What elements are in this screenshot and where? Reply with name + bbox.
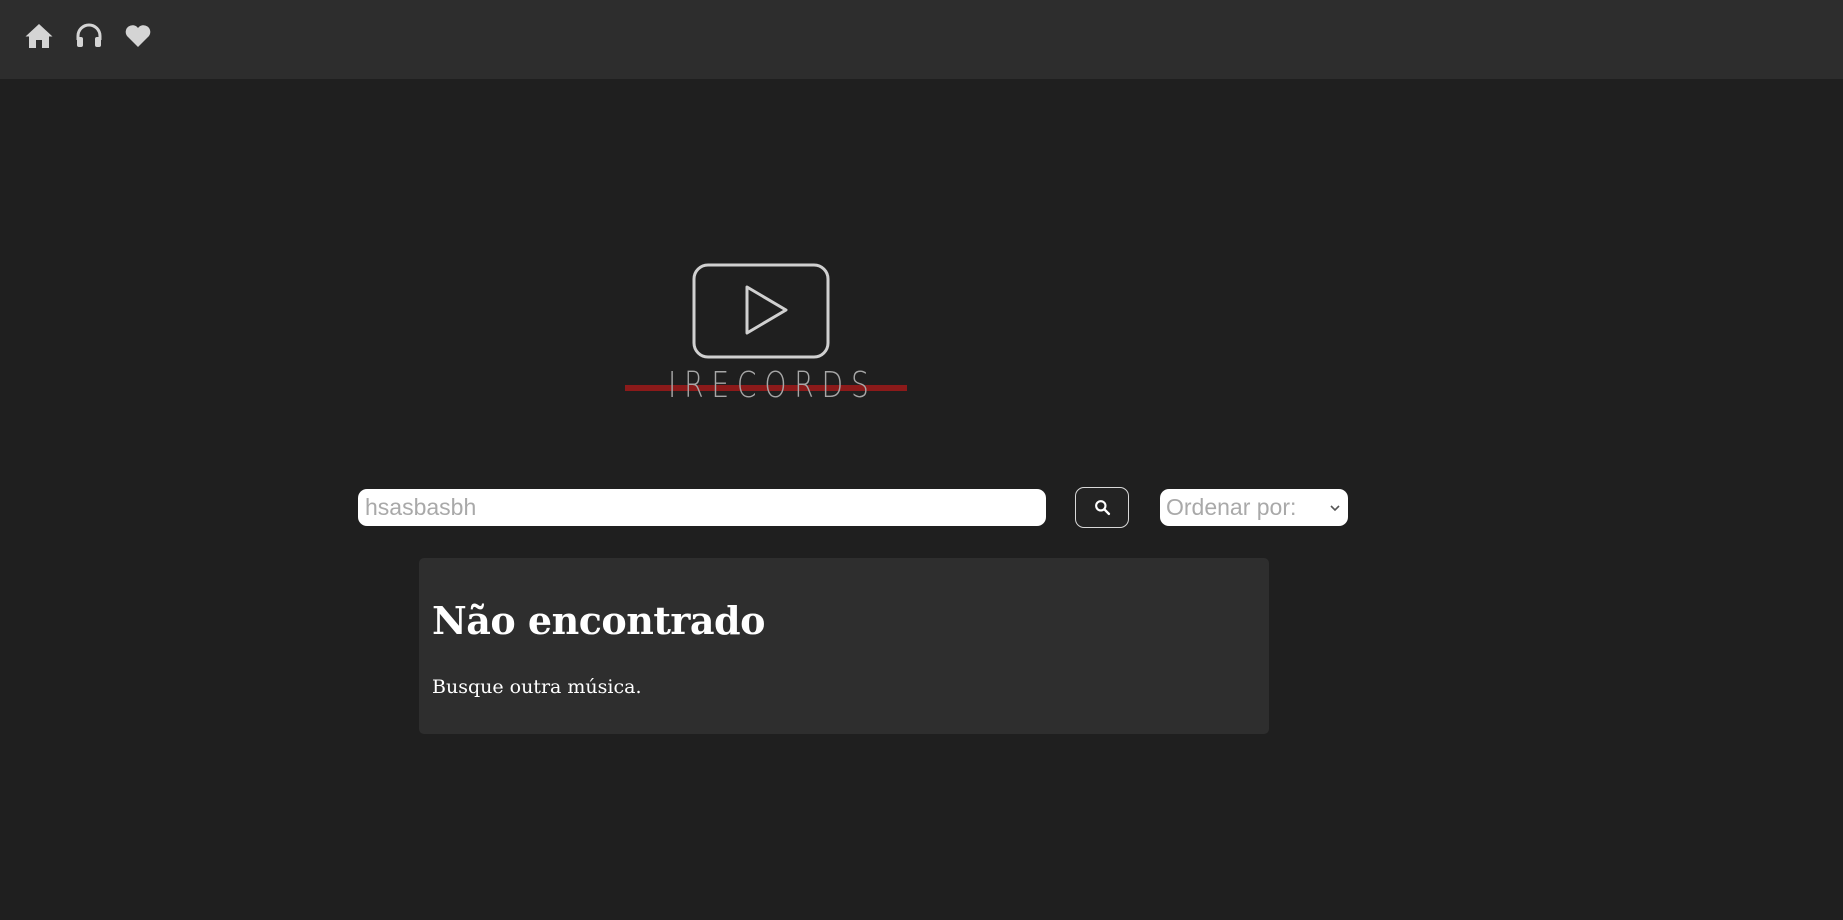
search-input[interactable] [358, 489, 1046, 526]
not-found-title: Não encontrado [432, 598, 765, 643]
home-icon[interactable] [24, 21, 54, 51]
result-card: Não encontrado Busque outra música. [419, 558, 1269, 734]
logo-text: IRECORDS [668, 365, 877, 406]
chevron-down-icon [1330, 504, 1340, 511]
irecords-logo: IRECORDS [620, 258, 910, 408]
heart-icon[interactable] [123, 21, 153, 51]
not-found-message: Busque outra música. [432, 676, 642, 698]
search-button[interactable] [1075, 487, 1129, 528]
sort-select[interactable]: Ordenar por: [1160, 489, 1348, 526]
search-icon [1094, 500, 1110, 516]
top-navbar [0, 0, 1843, 79]
headphones-icon[interactable] [74, 21, 104, 51]
sort-select-label: Ordenar por: [1166, 494, 1297, 520]
